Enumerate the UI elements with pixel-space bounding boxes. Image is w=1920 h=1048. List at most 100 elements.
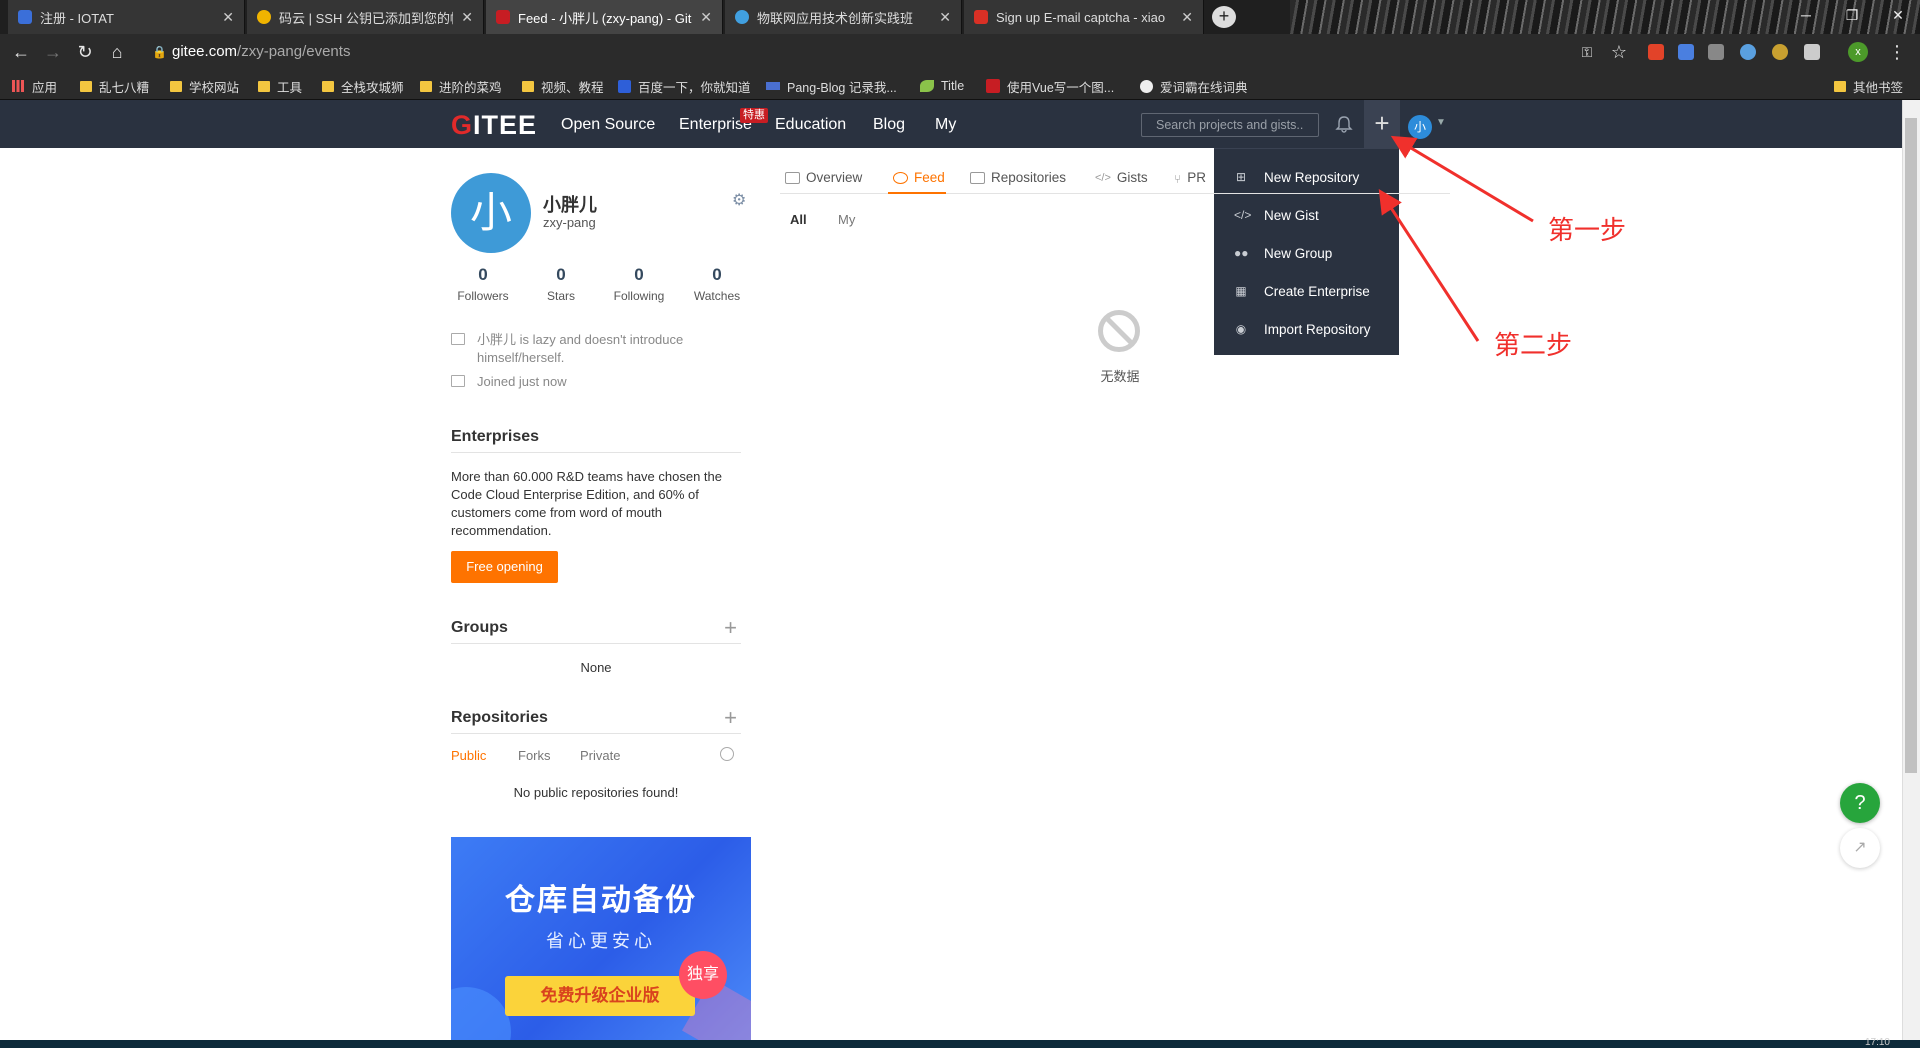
subtab-my[interactable]: My: [838, 212, 855, 227]
profile-username: zxy-pang: [543, 215, 596, 230]
nav-open-source[interactable]: Open Source: [561, 116, 655, 134]
bell-icon[interactable]: [1334, 114, 1354, 134]
tab-close-icon[interactable]: ✕: [1181, 9, 1193, 26]
add-group-icon[interactable]: +: [724, 615, 737, 641]
nav-my[interactable]: My: [935, 116, 956, 134]
subtab-all[interactable]: All: [790, 212, 807, 227]
new-tab-button[interactable]: +: [1212, 6, 1236, 28]
tab-gists[interactable]: </> Gists: [1095, 170, 1148, 185]
tab-close-icon[interactable]: ✕: [939, 9, 951, 26]
folder-icon: [258, 80, 270, 92]
browser-tab-iot[interactable]: 物联网应用技术创新实践班 ✕: [725, 0, 962, 34]
browser-tab-ssh[interactable]: 码云 | SSH 公钥已添加到您的帐号 ✕: [247, 0, 484, 34]
bookmark-folder[interactable]: 全栈攻城狮: [322, 77, 404, 95]
forward-icon[interactable]: →: [42, 42, 64, 62]
overview-icon: [785, 171, 800, 184]
bookmark-baidu[interactable]: 百度一下，你就知道: [618, 77, 751, 95]
bookmark-folder[interactable]: 学校网站: [170, 77, 239, 95]
bookmark-folder[interactable]: 乱七八糟: [80, 77, 149, 95]
browser-tab-iotat[interactable]: 注册 - IOTAT ✕: [8, 0, 245, 34]
banner-upgrade-button[interactable]: 免费升级企业版: [505, 976, 695, 1016]
stat-following[interactable]: 0 Following: [599, 265, 679, 303]
back-icon[interactable]: ←: [10, 42, 32, 62]
id-card-icon: [451, 333, 465, 345]
repositories-empty: No public repositories found!: [513, 785, 679, 800]
group-icon: ●●: [1234, 246, 1249, 260]
tab-close-icon[interactable]: ✕: [700, 9, 712, 26]
browser-tab-strip: 注册 - IOTAT ✕ 码云 | SSH 公钥已添加到您的帐号 ✕ Feed …: [0, 0, 1920, 34]
reload-icon[interactable]: ↻: [74, 42, 96, 62]
repo-tab-public[interactable]: Public: [451, 748, 486, 763]
scrollbar-thumb[interactable]: [1905, 118, 1917, 773]
bookmark-title[interactable]: Title: [920, 77, 964, 95]
github-icon: ◉: [1235, 322, 1247, 336]
bookmark-blog[interactable]: Pang-Blog 记录我...: [766, 77, 897, 95]
enterprise-badge: 特惠: [740, 108, 768, 123]
repo-tab-forks[interactable]: Forks: [518, 748, 551, 763]
gitlab-extension-icon[interactable]: [1648, 44, 1664, 60]
building-icon: ▦: [1235, 284, 1247, 298]
tab-repositories[interactable]: Repositories: [970, 170, 1066, 185]
bookmark-folder[interactable]: 进阶的菜鸡: [420, 77, 502, 95]
taskbar: 17:10: [0, 1037, 1920, 1048]
menu-icon[interactable]: ⋮: [1886, 42, 1908, 62]
minimize-button[interactable]: ─: [1783, 0, 1829, 30]
stat-followers[interactable]: 0 Followers: [443, 265, 523, 303]
gitee-logo[interactable]: GITEE: [451, 112, 537, 139]
promo-banner[interactable]: 仓库自动备份 省心更安心 免费升级企业版 独享: [451, 837, 751, 1040]
repo-tab-private[interactable]: Private: [580, 748, 620, 763]
gear-icon[interactable]: ⚙: [732, 190, 746, 210]
annotation-step2: 第二步: [1494, 331, 1573, 361]
home-icon[interactable]: ⌂: [106, 42, 128, 62]
banner-headline: 仓库自动备份: [505, 884, 697, 917]
profile-avatar[interactable]: x: [1848, 42, 1868, 62]
tab-overview[interactable]: Overview: [785, 170, 862, 185]
banner-subline: 省心更安心: [546, 931, 656, 951]
extension-icon[interactable]: [1804, 44, 1820, 60]
bookmark-iciba[interactable]: 爱词霸在线词典: [1140, 77, 1248, 95]
url-bar[interactable]: 🔒 gitee.com/zxy-pang/events: [148, 40, 1568, 64]
banner-decoration: [451, 987, 511, 1040]
apps-grid-icon: [12, 80, 24, 92]
extension-icon[interactable]: [1708, 44, 1724, 60]
tab-close-icon[interactable]: ✕: [461, 9, 473, 26]
active-tab-indicator: [888, 192, 946, 194]
csdn-icon: [986, 79, 1000, 93]
baidu-icon: [618, 79, 631, 93]
extension-icon[interactable]: [1772, 44, 1788, 60]
bookmark-folder[interactable]: 视频、教程: [522, 77, 604, 95]
share-button[interactable]: ↗: [1840, 828, 1880, 868]
stat-stars[interactable]: 0 Stars: [521, 265, 601, 303]
search-icon[interactable]: [720, 747, 734, 761]
tab-feed[interactable]: Feed: [893, 170, 945, 185]
arrow-step2: [1378, 188, 1480, 342]
banner-badge: 独享: [679, 951, 727, 999]
stat-watches[interactable]: 0 Watches: [677, 265, 757, 303]
tab-close-icon[interactable]: ✕: [222, 9, 234, 26]
add-repository-icon[interactable]: +: [724, 705, 737, 731]
browser-tab-gmail[interactable]: Sign up E-mail captcha - xiao ✕: [964, 0, 1204, 34]
browser-tab-feed[interactable]: Feed - 小胖儿 (zxy-pang) - Gitee ✕: [486, 0, 723, 34]
tab-pr[interactable]: ⑂ PR: [1174, 170, 1206, 186]
bookmark-other[interactable]: 其他书签: [1834, 77, 1903, 95]
translate-extension-icon[interactable]: [1678, 44, 1694, 60]
address-toolbar: ← → ↻ ⌂ 🔒 gitee.com/zxy-pang/events ⚿ ☆ …: [0, 34, 1920, 70]
help-button[interactable]: ?: [1840, 783, 1880, 823]
taskbar-clock: 17:10: [1864, 1037, 1890, 1048]
folder-icon: [80, 80, 92, 92]
nav-education[interactable]: Education: [775, 116, 846, 134]
close-window-button[interactable]: ✕: [1875, 0, 1920, 30]
nav-blog[interactable]: Blog: [873, 116, 905, 134]
key-icon[interactable]: ⚿: [1576, 42, 1598, 62]
bookmark-apps[interactable]: 应用: [12, 77, 57, 95]
free-opening-button[interactable]: Free opening: [451, 551, 558, 583]
search-input[interactable]: Search projects and gists..: [1141, 113, 1319, 137]
restore-button[interactable]: ❐: [1829, 0, 1875, 30]
star-icon[interactable]: ☆: [1608, 42, 1630, 62]
code-icon: </>: [1234, 208, 1252, 222]
bookmark-folder[interactable]: 工具: [258, 77, 302, 95]
bookmark-csdn[interactable]: 使用Vue写一个图...: [986, 77, 1114, 95]
feed-icon: [893, 171, 908, 184]
extension-icon[interactable]: [1740, 44, 1756, 60]
profile-avatar[interactable]: 小: [451, 173, 531, 253]
